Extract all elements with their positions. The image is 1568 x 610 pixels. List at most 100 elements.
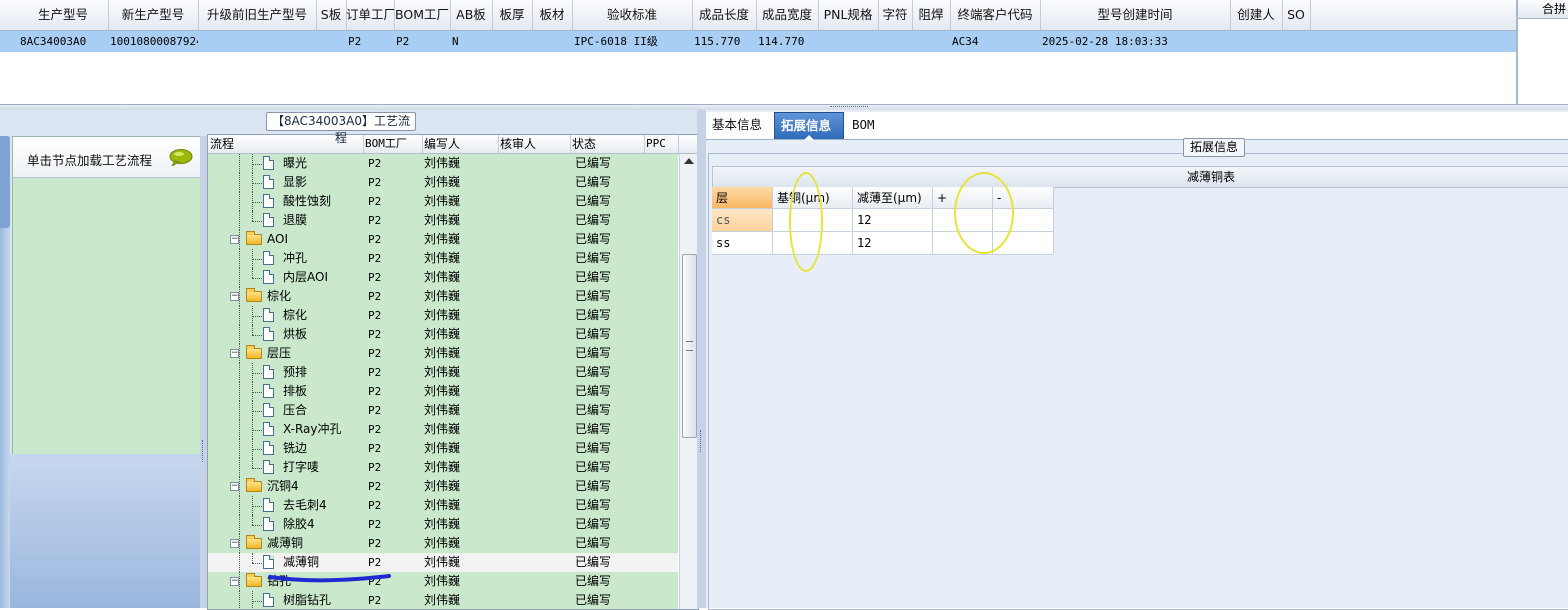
- tree-row[interactable]: 树脂钻孔 P2 刘伟巍 已编写: [208, 591, 678, 609]
- column-header[interactable]: BOM工厂: [394, 0, 451, 30]
- tree-guide-line: [239, 534, 240, 553]
- column-header[interactable]: S板: [316, 0, 347, 30]
- collapse-icon[interactable]: −: [230, 577, 239, 586]
- tree-row[interactable]: 打字唛 P2 刘伟巍 已编写: [208, 458, 678, 477]
- grid-cell[interactable]: [878, 31, 912, 52]
- grid-cell[interactable]: [316, 31, 346, 52]
- grid-cell[interactable]: 115.770: [692, 31, 756, 52]
- tab-extended-info[interactable]: 拓展信息: [774, 112, 844, 140]
- grid-cell[interactable]: P2: [394, 31, 450, 52]
- tree-guide-line: [252, 373, 262, 374]
- grid-cell[interactable]: [198, 31, 316, 52]
- tree-row[interactable]: 压合 P2 刘伟巍 已编写: [208, 401, 678, 420]
- tree-row[interactable]: 除胶4 P2 刘伟巍 已编写: [208, 515, 678, 534]
- column-header[interactable]: 创建人: [1230, 0, 1283, 30]
- column-header[interactable]: 验收标准: [572, 0, 693, 30]
- collapse-icon[interactable]: −: [230, 292, 239, 301]
- copper-table-cell-thin_to[interactable]: 12: [853, 209, 933, 232]
- tree-guide-line: [239, 496, 240, 515]
- tree-row[interactable]: 预排 P2 刘伟巍 已编写: [208, 363, 678, 382]
- splitter-grip-icon[interactable]: [202, 440, 206, 462]
- load-process-node[interactable]: 单击节点加载工艺流程: [13, 137, 201, 178]
- grid-cell[interactable]: [818, 31, 878, 52]
- column-header[interactable]: 阻焊: [912, 0, 951, 30]
- grid-cell[interactable]: 2025-02-28 18:03:33: [1040, 31, 1230, 52]
- vertical-splitter-right[interactable]: [697, 110, 706, 608]
- column-header[interactable]: 订单工厂: [346, 0, 395, 30]
- tree-row[interactable]: 减薄铜 P2 刘伟巍 已编写: [208, 553, 678, 572]
- tree-row[interactable]: − 棕化 P2 刘伟巍 已编写: [208, 287, 678, 306]
- tree-cell-reviewer: [500, 572, 570, 591]
- tree-row[interactable]: 曝光 P2 刘伟巍 已编写: [208, 154, 678, 173]
- collapse-icon[interactable]: −: [230, 349, 239, 358]
- tree-row[interactable]: 显影 P2 刘伟巍 已编写: [208, 173, 678, 192]
- column-header[interactable]: AB板: [450, 0, 493, 30]
- product-grid-row[interactable]: 8AC34003A0 10010800087924 P2 P2 N IPC-6018 II…: [0, 31, 1516, 52]
- copper-table-column-header[interactable]: 层: [712, 187, 773, 209]
- column-header[interactable]: 终端客户代码: [950, 0, 1041, 30]
- copper-table-cell-thin_to[interactable]: 12: [853, 232, 933, 255]
- tab-bom[interactable]: BOM: [846, 112, 894, 139]
- collapse-icon[interactable]: −: [230, 482, 239, 491]
- grid-cell[interactable]: N: [450, 31, 492, 52]
- tree-row[interactable]: X-Ray冲孔 P2 刘伟巍 已编写: [208, 420, 678, 439]
- grid-cell[interactable]: 8AC34003A0: [18, 31, 108, 52]
- tree-column-header[interactable]: 状态: [570, 135, 645, 153]
- document-icon: [263, 422, 274, 436]
- grid-cell[interactable]: [492, 31, 532, 52]
- tree-row[interactable]: 退膜 P2 刘伟巍 已编写: [208, 211, 678, 230]
- column-header[interactable]: 成品宽度: [756, 0, 819, 30]
- tree-row[interactable]: 酸性蚀刻 P2 刘伟巍 已编写: [208, 192, 678, 211]
- column-header[interactable]: 新生产型号: [108, 0, 199, 30]
- grid-cell[interactable]: IPC-6018 II级: [572, 31, 692, 52]
- grid-cell[interactable]: [1282, 31, 1310, 52]
- column-header[interactable]: 成品长度: [692, 0, 757, 30]
- column-header[interactable]: 型号创建时间: [1040, 0, 1231, 30]
- tree-row[interactable]: − 减薄铜 P2 刘伟巍 已编写: [208, 534, 678, 553]
- column-header[interactable]: 板材: [532, 0, 573, 30]
- tree-row[interactable]: 烘板 P2 刘伟巍 已编写: [208, 325, 678, 344]
- column-header[interactable]: 生产型号: [18, 0, 109, 30]
- grid-cell[interactable]: [1230, 31, 1282, 52]
- column-header[interactable]: 升级前旧生产型号: [198, 0, 317, 30]
- tree-row[interactable]: 内层AOI P2 刘伟巍 已编写: [208, 268, 678, 287]
- tree-row[interactable]: 排板 P2 刘伟巍 已编写: [208, 382, 678, 401]
- grid-cell[interactable]: 114.770: [756, 31, 818, 52]
- column-header[interactable]: 板厚: [492, 0, 533, 30]
- grid-cell[interactable]: P2: [346, 31, 394, 52]
- tree-column-header[interactable]: 核审人: [498, 135, 571, 153]
- column-header[interactable]: SO: [1282, 0, 1311, 30]
- grid-cell[interactable]: [912, 31, 950, 52]
- collapse-icon[interactable]: −: [230, 235, 239, 244]
- vertical-splitter-left[interactable]: [200, 136, 207, 608]
- tree-row[interactable]: 棕化 P2 刘伟巍 已编写: [208, 306, 678, 325]
- tree-row[interactable]: 铣边 P2 刘伟巍 已编写: [208, 439, 678, 458]
- tree-cell-author: 刘伟巍: [424, 384, 461, 398]
- tree-row[interactable]: − AOI P2 刘伟巍 已编写: [208, 230, 678, 249]
- tree-column-header[interactable]: PPC: [644, 135, 679, 153]
- tree-row[interactable]: 去毛刺4 P2 刘伟巍 已编写: [208, 496, 678, 515]
- tree-column-header[interactable]: 编写人: [422, 135, 499, 153]
- copper-table-cell-layer[interactable]: cs: [712, 209, 773, 232]
- collapse-icon[interactable]: −: [230, 539, 239, 548]
- scrollbar-thumb[interactable]: [682, 254, 697, 438]
- sidebar-collapse-tab[interactable]: [0, 136, 10, 228]
- copper-table-column-header[interactable]: 减薄至(μm): [853, 187, 933, 209]
- tree-guide-line: [252, 515, 253, 525]
- grid-cell[interactable]: 10010800087924: [108, 31, 198, 52]
- grid-cell[interactable]: [532, 31, 572, 52]
- column-header[interactable]: PNL规格: [818, 0, 879, 30]
- tree-row[interactable]: − 沉铜4 P2 刘伟巍 已编写: [208, 477, 678, 496]
- tree-column-header[interactable]: BOM工厂: [363, 135, 423, 153]
- copper-table-cell-layer[interactable]: ss: [712, 232, 773, 255]
- tree-scrollbar[interactable]: [679, 154, 698, 609]
- tree-row[interactable]: 冲孔 P2 刘伟巍 已编写: [208, 249, 678, 268]
- tree-row[interactable]: − 层压 P2 刘伟巍 已编写: [208, 344, 678, 363]
- column-header[interactable]: 字符: [878, 0, 913, 30]
- grid-cell[interactable]: AC34: [950, 31, 1040, 52]
- splitter-grip-icon[interactable]: [700, 430, 704, 452]
- scroll-up-arrow-icon[interactable]: [684, 158, 694, 164]
- tab-basic-info[interactable]: 基本信息: [706, 112, 780, 139]
- tree-node-label: 排板: [283, 384, 308, 398]
- tree-guide-line: [252, 211, 253, 221]
